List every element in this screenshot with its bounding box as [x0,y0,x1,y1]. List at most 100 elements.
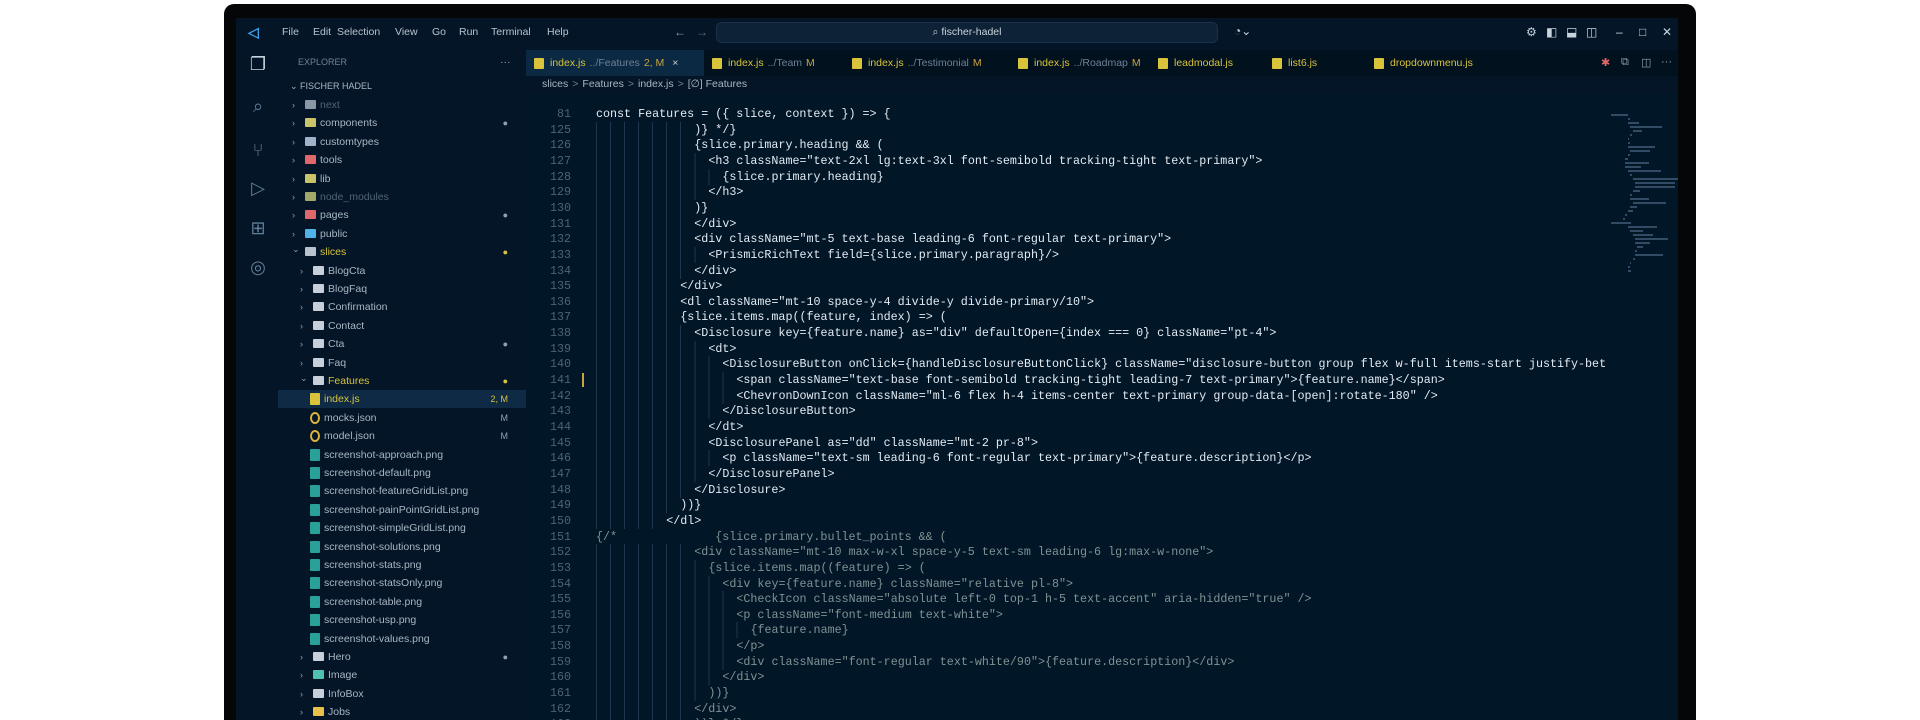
menu-file[interactable]: File [282,26,299,38]
more-icon[interactable]: ··· [1661,56,1672,68]
tree-item-next[interactable]: › next [278,96,526,114]
code-content: ))} [708,686,730,701]
tree-item-screenshot-featuregridlist-png[interactable]: screenshot-featureGridList.png [278,482,526,500]
tree-item-node-modules[interactable]: › node_modules [278,188,526,206]
toggle-sidebar-icon[interactable]: ◧ [1546,25,1557,39]
code-line: 158 </p> [526,638,1616,655]
chevron-right-icon: › [300,652,303,662]
tree-item-components[interactable]: › components ● [278,114,526,132]
source-control-icon[interactable]: ⑂ [248,140,268,161]
toggle-secondary-sidebar-icon[interactable]: ◫ [1586,25,1597,39]
tree-item-label: screenshot-statsOnly.png [324,577,443,590]
search-icon[interactable]: ⌕ [248,96,268,117]
tree-item-slices[interactable]: ⌄ slices ● [278,243,526,261]
split-editor-icon[interactable]: ◫ [1641,56,1651,69]
tree-item-faq[interactable]: › Faq [278,354,526,372]
toggle-panel-icon[interactable]: ⬓ [1566,25,1577,39]
code-text: </DisclosurePanel> [596,465,835,482]
breadcrumb-item[interactable]: index.js [638,78,674,90]
back-arrow-icon[interactable]: ← [674,25,686,39]
tree-item-confirmation[interactable]: › Confirmation [278,298,526,316]
chevron-right-icon: › [300,688,303,699]
tree-item-features[interactable]: ⌄ Features ● [278,372,526,390]
tree-item-screenshot-approach-png[interactable]: screenshot-approach.png [278,446,526,464]
chevron-right-icon: › [292,118,295,129]
menu-terminal[interactable]: Terminal [491,26,531,38]
tab-index-js-features[interactable]: index.js ../Features 2, M × [526,50,704,76]
project-root[interactable]: ⌄ FISCHER HADEL [290,81,372,92]
tab-leadmodal-js[interactable]: leadmodal.js [1150,50,1264,76]
close-tab-icon[interactable]: × [672,57,678,69]
code-line: 129 </h3> [526,184,1616,201]
breadcrumb: slices > Features > index.js > [∅] Features [542,78,751,90]
tree-item-index-js[interactable]: index.js 2, M [278,390,526,409]
line-number: 126 [549,138,571,153]
minimap-line [1627,138,1629,140]
tree-item-customtypes[interactable]: › customtypes [278,133,526,151]
tab-index-js-testimonial[interactable]: index.js ../Testimonial M [844,50,1010,76]
tree-item-model-json[interactable]: model.json M [278,427,526,445]
github-icon[interactable]: ◎ [248,257,268,278]
tree-item-screenshot-usp-png[interactable]: screenshot-usp.png [278,611,526,629]
tree-item-image[interactable]: › Image [278,666,526,684]
tree-item-infobox[interactable]: › InfoBox [278,685,526,703]
breadcrumb-item[interactable]: slices [542,78,568,90]
tree-item-screenshot-solutions-png[interactable]: screenshot-solutions.png [278,538,526,556]
maximize-icon[interactable]: □ [1639,25,1646,39]
command-center-search[interactable]: ⌕ fischer-hadel [716,22,1218,43]
more-actions-button[interactable]: ··· [500,56,511,68]
breadcrumb-item[interactable]: Features [582,78,623,90]
explorer-icon[interactable]: ❐ [248,54,268,75]
debug-icon[interactable]: ✱ [1601,56,1610,69]
run-debug-icon[interactable]: ▷ [248,178,268,199]
menu-view[interactable]: View [395,26,418,38]
tab-index-js-team[interactable]: index.js ../Team M [704,50,844,76]
code-editor[interactable]: 81 const Features = ({ slice, context }) … [526,94,1678,720]
code-content: <p className="text-sm leading-6 font-reg… [722,451,1312,466]
tree-item-jobs[interactable]: › Jobs [278,703,526,720]
tree-item-blogcta[interactable]: › BlogCta [278,262,526,280]
compare-icon[interactable]: ⧉ [1621,56,1629,69]
code-content: </div> [694,701,737,716]
git-modified-marker [582,373,584,388]
menu-go[interactable]: Go [432,26,446,38]
tree-item-mocks-json[interactable]: mocks.json M [278,409,526,427]
tree-item-lib[interactable]: › lib [278,170,526,188]
tree-item-screenshot-stats-png[interactable]: screenshot-stats.png [278,556,526,574]
extensions-icon[interactable]: ⊞ [248,218,268,239]
copilot-icon[interactable]: ◔⌄ [1234,24,1251,38]
tree-item-screenshot-table-png[interactable]: screenshot-table.png [278,593,526,611]
tree-item-public[interactable]: › public [278,225,526,243]
tree-item-screenshot-painpointgridlist-png[interactable]: screenshot-painPointGridList.png [278,501,526,519]
tree-item-blogfaq[interactable]: › BlogFaq [278,280,526,298]
menu-help[interactable]: Help [547,26,569,38]
minimize-icon[interactable]: – [1616,25,1623,39]
tree-item-screenshot-simplegridlist-png[interactable]: screenshot-simpleGridList.png [278,519,526,537]
tree-item-screenshot-statsonly-png[interactable]: screenshot-statsOnly.png [278,574,526,592]
code-text: </Disclosure> [596,481,785,498]
code-text: </dt> [596,419,743,435]
tree-item-pages[interactable]: › pages ● [278,206,526,224]
menu-selection[interactable]: Selection [337,26,380,38]
tree-item-screenshot-default-png[interactable]: screenshot-default.png [278,464,526,482]
breadcrumb-item[interactable]: [∅] Features [688,78,747,90]
tree-item-contact[interactable]: › Contact [278,317,526,335]
menu-edit[interactable]: Edit [313,26,331,38]
customize-layout-icon[interactable]: ⚙ [1526,25,1537,39]
close-window-icon[interactable]: ✕ [1662,25,1672,39]
git-status-badge: ● [502,247,508,258]
code-line: 130)} [526,199,1616,216]
tab-index-js-roadmap[interactable]: index.js ../Roadmap M [1010,50,1150,76]
tree-item-hero[interactable]: › Hero ● [278,648,526,666]
minimap-line [1625,158,1628,160]
tab-list6-js[interactable]: list6.js [1264,50,1366,76]
forward-arrow-icon[interactable]: → [696,25,708,39]
code-content: <div className="mt-10 max-w-xl space-y-5… [694,545,1214,560]
tree-item-tools[interactable]: › tools [278,151,526,169]
tree-item-screenshot-values-png[interactable]: screenshot-values.png [278,630,526,648]
tree-item-label: Image [328,669,358,682]
tab-dropdownmenu-js[interactable]: dropdownmenu.js [1366,50,1486,76]
tree-item-cta[interactable]: › Cta ● [278,335,526,353]
menu-run[interactable]: Run [459,26,478,38]
minimap[interactable] [1611,94,1678,720]
